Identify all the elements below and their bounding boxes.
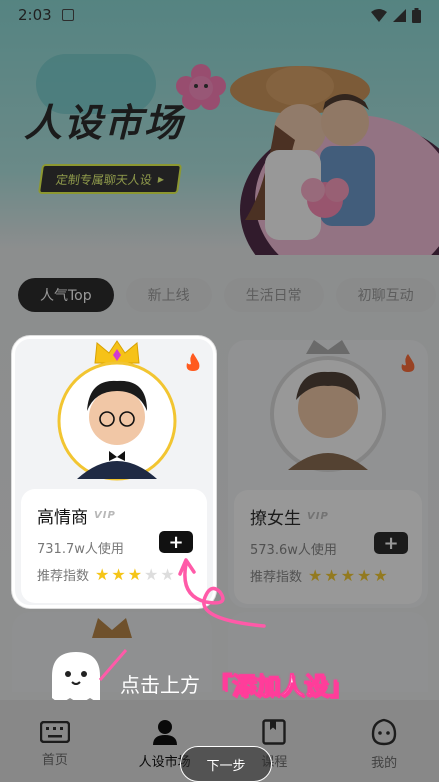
card-name-row: 撩女生 VIP	[250, 504, 406, 529]
face-icon	[371, 718, 397, 745]
nav-home-label: 首页	[41, 752, 68, 768]
persona-name: 撩女生	[250, 509, 301, 529]
book-icon	[262, 718, 287, 745]
tab-daily-life[interactable]: 生活日常	[223, 278, 324, 312]
status-bar: 2:03	[0, 0, 439, 30]
nav-mine-label: 我的	[371, 755, 398, 771]
tab-new[interactable]: 新上线	[125, 278, 212, 312]
rating-label: 推荐指数	[37, 569, 90, 584]
card-avatar-area	[228, 340, 428, 490]
rating-row: 推荐指数 ★★★★★	[250, 566, 406, 585]
guide-message: 点击上方 「添加人设」	[120, 666, 353, 701]
banner-title: 人设市场	[24, 101, 185, 145]
next-step-button[interactable]: 下一步	[180, 746, 272, 782]
vip-badge: VIP	[94, 510, 116, 521]
customize-persona-label: 定制专属聊天人设	[54, 172, 153, 187]
app-screen: 2:03 人设市场 定制专属聊天人设 ▸ 人气Top 新上线 生活日常 初聊互动…	[0, 0, 439, 782]
rating-row: 推荐指数 ★★★★★	[37, 565, 191, 584]
fire-icon	[186, 353, 200, 371]
play-arrow-icon: ▸	[157, 172, 166, 186]
guide-highlight: 「添加人设」	[208, 672, 353, 701]
rating-stars: ★★★★★	[95, 565, 177, 584]
signal-icon	[393, 8, 406, 22]
couple-illustration	[230, 66, 439, 255]
fire-icon	[401, 354, 415, 372]
add-persona-button[interactable]: +	[374, 532, 408, 554]
status-icons	[371, 7, 421, 23]
tab-popular-top[interactable]: 人气Top	[18, 278, 114, 312]
keyboard-icon	[39, 720, 70, 743]
persona-name: 高情商	[37, 508, 88, 528]
wifi-icon	[371, 8, 387, 22]
ghost-mascot-icon	[52, 649, 128, 704]
guide-arrow-icon	[178, 558, 266, 628]
guide-prefix: 点击上方	[120, 673, 200, 697]
nav-mine[interactable]: 我的	[344, 718, 424, 771]
card-avatar-area	[15, 339, 213, 489]
person-icon	[152, 719, 177, 745]
sim-icon	[61, 9, 74, 21]
status-time: 2:03	[18, 6, 52, 24]
battery-icon	[412, 7, 421, 23]
rating-stars: ★★★★★	[308, 566, 390, 585]
avatar	[270, 340, 386, 472]
card-name-row: 高情商 VIP	[37, 503, 191, 528]
customize-persona-button[interactable]: 定制专属聊天人设 ▸	[37, 164, 183, 194]
vip-badge: VIP	[307, 511, 329, 522]
nav-home[interactable]: 首页	[15, 720, 95, 768]
tab-first-chat[interactable]: 初聊互动	[335, 278, 436, 312]
add-persona-button[interactable]: +	[159, 531, 193, 553]
category-tabs: 人气Top 新上线 生活日常 初聊互动	[18, 278, 436, 312]
